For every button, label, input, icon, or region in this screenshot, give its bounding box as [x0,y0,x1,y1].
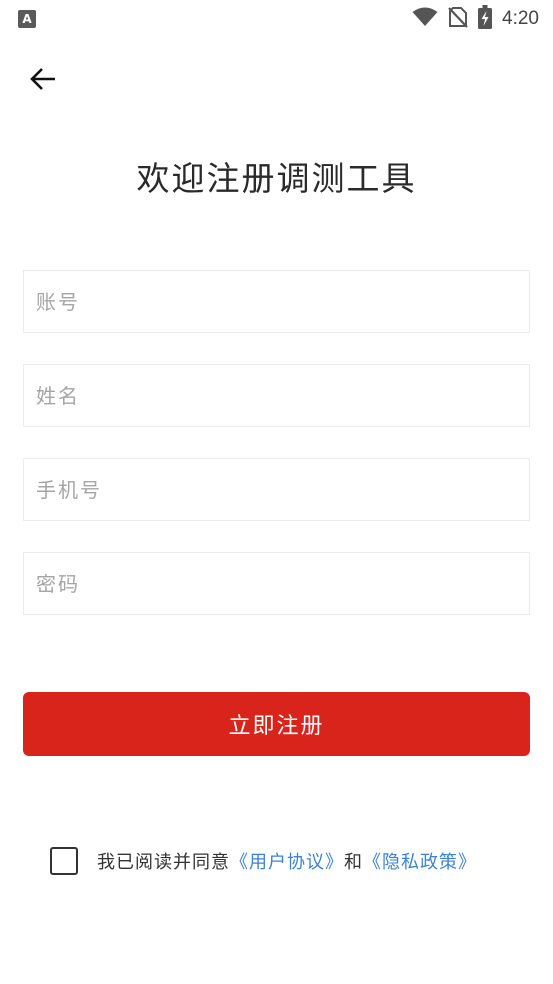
account-input[interactable] [24,271,529,332]
back-button[interactable] [24,62,62,100]
agreement-prefix: 我已阅读并同意 [97,852,230,873]
status-right: 4:20 [412,5,539,33]
name-field[interactable] [23,364,530,427]
phone-input[interactable] [24,459,529,520]
register-screen: A 4:20 欢迎注册调测工具 账号 姓名 手机号 立即注册 我已阅读并同意《用… [0,0,553,984]
password-field[interactable] [23,552,530,615]
password-input[interactable] [24,553,529,614]
privacy-policy-link[interactable]: 《隐私政策》 [363,852,477,873]
arrow-left-icon [29,67,57,95]
phone-field[interactable] [23,458,530,521]
name-input[interactable] [24,365,529,426]
no-sim-icon [448,6,468,32]
status-time: 4:20 [502,8,539,29]
agreement-checkbox[interactable] [50,847,78,875]
wifi-icon [412,7,438,31]
page-title: 欢迎注册调测工具 [136,159,417,198]
register-button[interactable]: 立即注册 [23,692,530,756]
status-left: A [18,10,36,28]
agreement-and: 和 [344,852,363,873]
agreement-text: 我已阅读并同意《用户协议》和《隐私政策》 [97,848,477,874]
agreement-row: 我已阅读并同意《用户协议》和《隐私政策》 [50,845,477,877]
account-field[interactable] [23,270,530,333]
battery-charging-icon [478,5,493,33]
user-agreement-link[interactable]: 《用户协议》 [230,852,344,873]
app-notification-icon: A [18,10,36,28]
status-bar: A 4:20 [0,0,553,38]
